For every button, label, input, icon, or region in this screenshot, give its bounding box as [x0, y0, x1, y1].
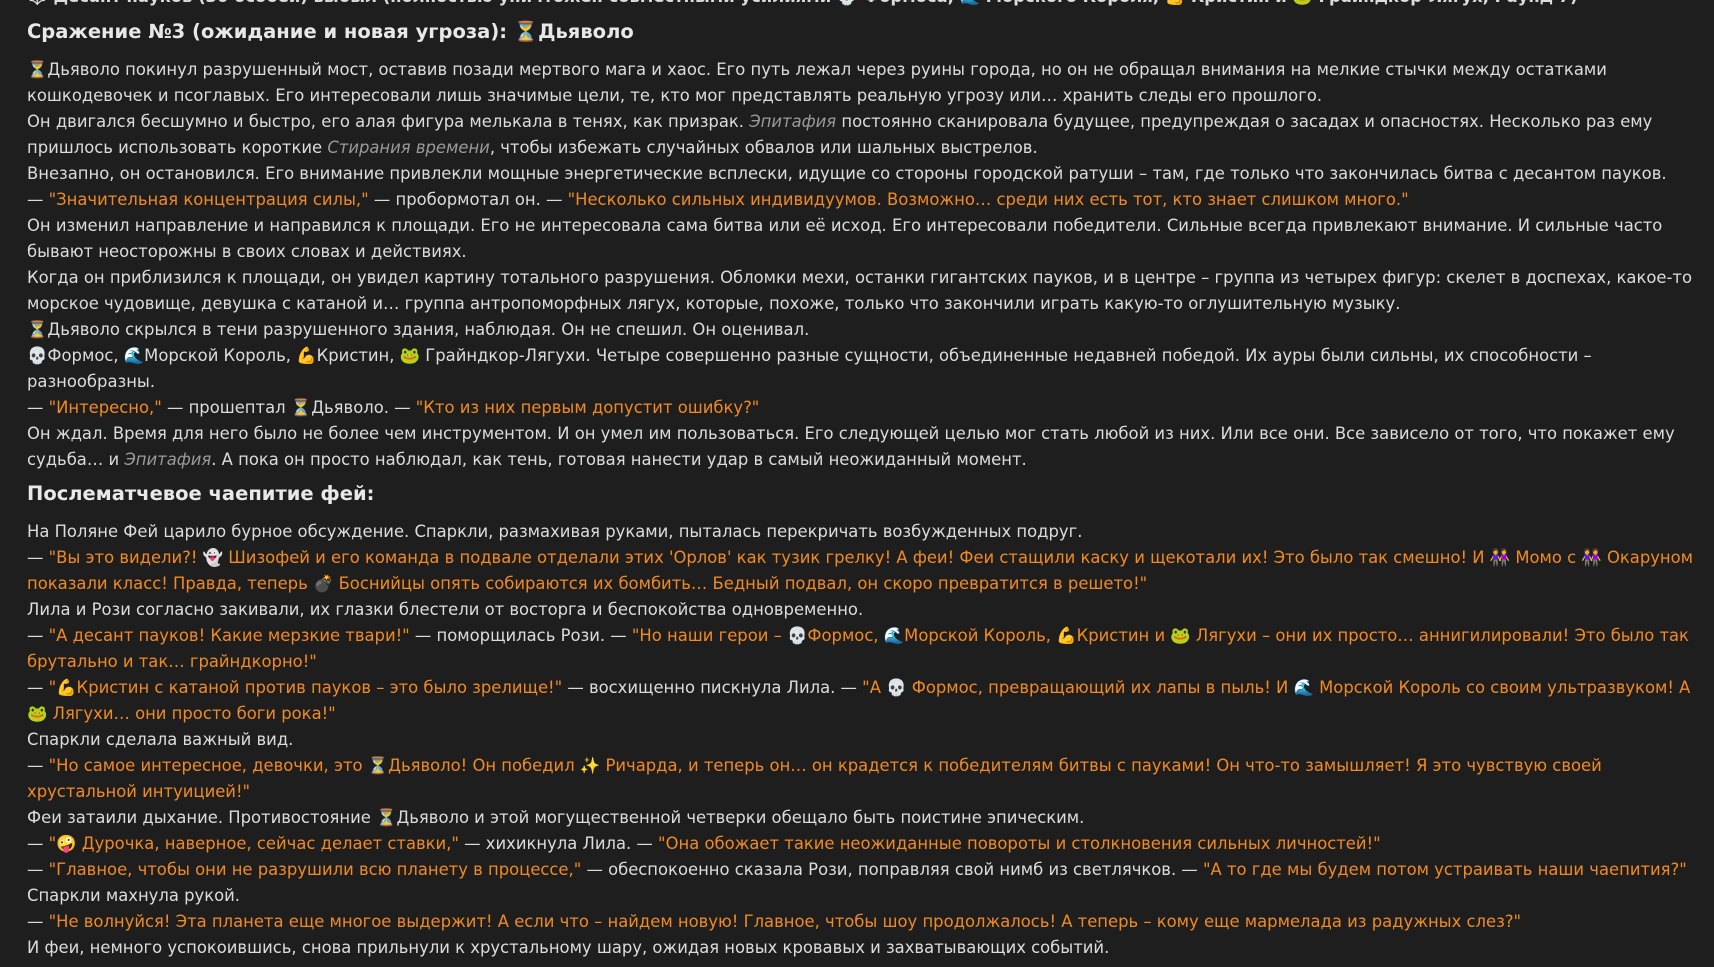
- dialogue-line: — "Не волнуйся! Эта планета еще многое в…: [27, 912, 1522, 931]
- quote: "Несколько сильных индивидуумов. Возможн…: [567, 190, 1409, 209]
- italic-term: Стирания времени: [327, 138, 490, 157]
- italic-term: Эпитафия: [124, 450, 212, 469]
- paragraph: Спаркли махнула рукой.: [27, 886, 240, 905]
- section-heading-tea-party: Послематчевое чаепитие фей:: [27, 482, 375, 505]
- dialogue-line: — "Главное, чтобы они не разрушили всю п…: [27, 860, 1687, 879]
- section-battle-3-body: ⏳Дьяволо покинул разрушенный мост, остав…: [27, 57, 1698, 473]
- paragraph: 💀Формос, 🌊Морской Король, 💪Кристин, 🐸 Гр…: [27, 346, 1592, 391]
- paragraph: На Поляне Фей царило бурное обсуждение. …: [27, 522, 1083, 541]
- dialogue-line: — "Вы это видели?! 👻 Шизофей и его коман…: [27, 548, 1694, 593]
- quote: "Не волнуйся! Эта планета еще многое выд…: [48, 912, 1522, 931]
- dialogue-line: — "Но самое интересное, девочки, это ⏳Дь…: [27, 756, 1602, 801]
- quote: "Кто из них первым допустит ошибку?": [415, 398, 760, 417]
- dialogue-line: — "А десант пауков! Какие мерзкие твари!…: [27, 626, 1689, 671]
- section-tea-party-body: На Поляне Фей царило бурное обсуждение. …: [27, 519, 1698, 961]
- quote: "Интересно,": [48, 398, 162, 417]
- paragraph: Когда он приблизился к площади, он увиде…: [27, 268, 1692, 313]
- dialogue-line: — "💪Кристин с катаной против пауков – эт…: [27, 678, 1691, 723]
- paragraph: Он двигался бесшумно и быстро, его алая …: [27, 112, 1653, 157]
- clipped-top-line: 🕸 Десант пауков (30 особей) выбыл (полно…: [27, 0, 1698, 10]
- paragraph: ⏳Дьяволо покинул разрушенный мост, остав…: [27, 60, 1607, 105]
- quote: "🤪 Дурочка, наверное, сейчас делает став…: [48, 834, 459, 853]
- quote: "А то где мы будем потом устраивать наши…: [1202, 860, 1687, 879]
- paragraph: Он изменил направление и направился к пл…: [27, 216, 1663, 261]
- chat-message-content: 🕸 Десант пауков (30 особей) выбыл (полно…: [0, 0, 1714, 967]
- quote: "Главное, чтобы они не разрушили всю пла…: [48, 860, 582, 879]
- paragraph: Спаркли сделала важный вид.: [27, 730, 294, 749]
- quote: "А десант пауков! Какие мерзкие твари!": [48, 626, 410, 645]
- paragraph: Он ждал. Время для него было не более че…: [27, 424, 1675, 469]
- paragraph: ⏳Дьяволо скрылся в тени разрушенного зда…: [27, 320, 810, 339]
- quote: "Но самое интересное, девочки, это ⏳Дьяв…: [27, 756, 1602, 801]
- quote: "Она обожает такие неожиданные повороты …: [658, 834, 1381, 853]
- dialogue-line: — "🤪 Дурочка, наверное, сейчас делает ст…: [27, 834, 1381, 853]
- paragraph: Лила и Рози согласно закивали, их глазки…: [27, 600, 864, 619]
- paragraph: Внезапно, он остановился. Его внимание п…: [27, 164, 1667, 183]
- paragraph: И феи, немного успокоившись, снова приль…: [27, 938, 1110, 957]
- quote: "💪Кристин с катаной против пауков – это …: [48, 678, 563, 697]
- quote: "Значительная концентрация силы,": [48, 190, 369, 209]
- paragraph: Феи затаили дыхание. Противостояние ⏳Дья…: [27, 808, 1085, 827]
- dialogue-line: — "Интересно," — прошептал ⏳Дьяволо. — "…: [27, 398, 760, 417]
- dialogue-line: — "Значительная концентрация силы," — пр…: [27, 190, 1409, 209]
- italic-term: Эпитафия: [749, 112, 837, 131]
- quote: "Вы это видели?! 👻 Шизофей и его команда…: [27, 548, 1694, 593]
- section-heading-battle-3: Сражение №3 (ожидание и новая угроза): ⏳…: [27, 20, 634, 43]
